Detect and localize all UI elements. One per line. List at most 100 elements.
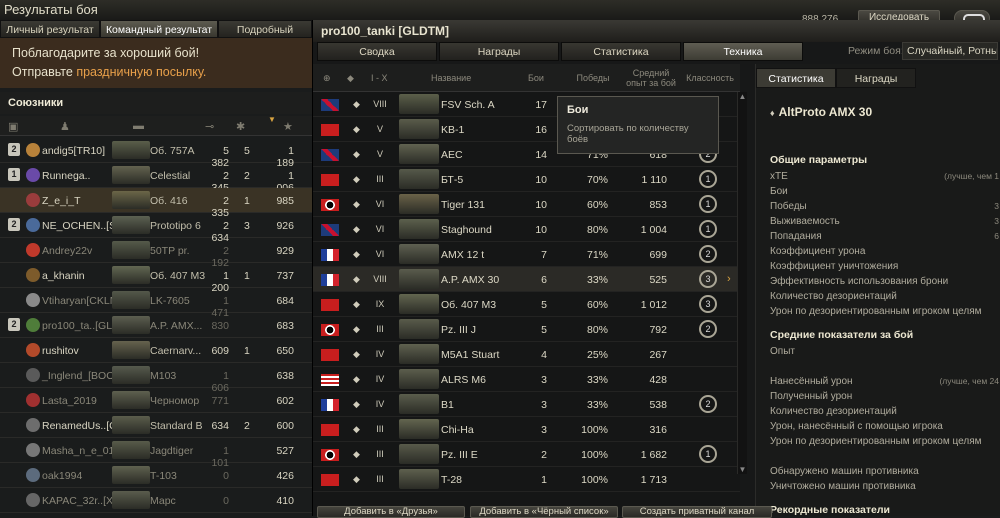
- vehicle-row[interactable]: ◆ IX Об. 407 М3 5 60% 1 012 3: [313, 292, 740, 317]
- tooltip-title: Бои: [567, 104, 589, 116]
- ally-row[interactable]: 2 pro100_ta..[GLDTM] A.P. AMX... 830 683: [0, 313, 312, 338]
- battles-column-header[interactable]: Бои: [525, 73, 547, 83]
- tank-icon: [112, 166, 150, 184]
- vehicle-name: T-103: [150, 470, 177, 482]
- ally-row[interactable]: Lasta_2019 Черномор 771 602: [0, 388, 312, 413]
- gift-link[interactable]: праздничную посылку.: [76, 65, 206, 79]
- add-blacklist-button[interactable]: Добавить в «Чёрный список»: [470, 506, 618, 518]
- ally-row[interactable]: Masha_n_e_01 Jagdtiger 1 101 527: [0, 438, 312, 469]
- tier-value: VI: [375, 249, 385, 259]
- vehicle-row[interactable]: ◆ III БТ-5 10 70% 1 110 1: [313, 167, 740, 192]
- vehicle-name: AMX 12 t: [441, 249, 485, 261]
- clan-emblem-icon: [26, 468, 40, 482]
- scroll-up-icon[interactable]: ▲: [738, 92, 747, 101]
- avg-xp-value: 428: [649, 374, 667, 386]
- vehicle-row[interactable]: ◆ VI Tiger 131 10 60% 853 1: [313, 192, 740, 217]
- type-column-icon[interactable]: ◆: [347, 73, 354, 83]
- tank-type-icon: ◆: [353, 374, 360, 384]
- kills-column-icon: ✱: [236, 121, 246, 133]
- nation-column-icon[interactable]: ⊕: [323, 73, 331, 83]
- vehicle-name: M5A1 Stuart: [441, 349, 500, 361]
- tank-icon: [399, 469, 439, 489]
- ally-row[interactable]: rushitov Caernarv... 609 1 650: [0, 338, 312, 363]
- ally-row[interactable]: Vtiharyan[CKLN] LK-7605 1 471 684: [0, 288, 312, 319]
- nation-flag-icon: [321, 349, 339, 361]
- ally-row[interactable]: RenamedUs..[GG-_-] Standard B 634 2 600: [0, 413, 312, 438]
- vehicle-row[interactable]: ◆ VIII A.P. AMX 30 6 33% 525 3 ›: [313, 267, 740, 292]
- add-friend-button[interactable]: Добавить в «Друзья»: [317, 506, 465, 518]
- vehicle-row[interactable]: ◆ IV ALRS M6 3 33% 428: [313, 367, 740, 392]
- vehicle-row[interactable]: ◆ III Pz. III J 5 80% 792 2: [313, 317, 740, 342]
- tank-icon: [399, 144, 439, 164]
- tank-type-icon: ◆: [353, 274, 360, 284]
- rank-badge-icon: 2: [8, 218, 20, 231]
- record-params-title: Рекордные показатели: [770, 504, 891, 516]
- create-private-channel-button[interactable]: Создать приватный канал: [622, 506, 772, 518]
- tab-awards[interactable]: Награды: [439, 42, 559, 61]
- vehicle-row[interactable]: ◆ III T-28 1 100% 1 713: [313, 467, 740, 492]
- battles-value: 3: [541, 374, 547, 386]
- tank-type-icon: ◆: [353, 249, 360, 259]
- tab-summary[interactable]: Сводка: [317, 42, 437, 61]
- stat-label: Урон, нанесённый с помощью игрока: [770, 421, 943, 432]
- stat-value: (лучше, чем 1: [944, 171, 999, 181]
- tank-icon: [112, 316, 150, 334]
- stat-value: 3: [994, 201, 999, 211]
- tank-icon: [112, 141, 150, 159]
- tab-detailed-report[interactable]: Подробный отчёт: [218, 20, 312, 54]
- tank-icon: [399, 394, 439, 414]
- tier-column-header[interactable]: I - X: [371, 73, 388, 83]
- avg-xp-value: 538: [649, 399, 667, 411]
- ally-row[interactable]: KAPAC_32r..[X32X] Марс 0 410: [0, 488, 312, 513]
- clan-emblem-icon: [26, 343, 40, 357]
- tier-value: III: [376, 449, 384, 459]
- ally-row[interactable]: 2 NE_OCHEN..[SNVN] Prototipo 62 634 3 926: [0, 213, 312, 244]
- vehicle-row[interactable]: ◆ III Pz. III E 2 100% 1 682 1: [313, 442, 740, 467]
- ally-row[interactable]: oak1994 T-103 0 426: [0, 463, 312, 488]
- ally-row[interactable]: _Inglend_[BOOBL] M103 1 606 638: [0, 363, 312, 394]
- tank-type-icon: ◆: [353, 424, 360, 434]
- tank-icon: [399, 94, 439, 114]
- vehicle-row[interactable]: ◆ IV M5A1 Stuart 4 25% 267: [313, 342, 740, 367]
- vehicle-name: Standard B: [150, 420, 203, 432]
- tank-icon: [399, 119, 439, 139]
- tier-value: VIII: [373, 99, 387, 109]
- vehicle-name: A.P. AMX...: [150, 320, 203, 332]
- ally-row[interactable]: Andrey22v 50TP pr. 2 192 929: [0, 238, 312, 269]
- mastery-badge-icon: 1: [699, 445, 717, 463]
- stat-label: Урон по дезориентированным игроком целям: [770, 436, 982, 447]
- details-tabs: Сводка Награды Статистика Техника: [317, 42, 805, 62]
- tab-vehicles[interactable]: Техника: [683, 42, 803, 61]
- tank-icon: [112, 491, 150, 509]
- name-column-header[interactable]: Название: [431, 73, 471, 83]
- tab-vehicle-awards[interactable]: Награды: [836, 68, 916, 88]
- vehicle-row[interactable]: ◆ IV B1 3 33% 538 2: [313, 392, 740, 417]
- avg-xp-column-header[interactable]: Средний опыт за бой: [623, 68, 679, 88]
- mastery-badge-icon: 1: [699, 170, 717, 188]
- general-params-title: Общие параметры: [770, 154, 868, 166]
- vehicle-row[interactable]: ◆ VI AMX 12 t 7 71% 699 2: [313, 242, 740, 267]
- rank-badge-icon: 2: [8, 143, 20, 156]
- tab-vehicle-stats[interactable]: Статистика: [756, 68, 836, 88]
- battle-mode-select[interactable]: Случайный, Ротный: [902, 42, 998, 60]
- tank-type-icon: ◆: [353, 324, 360, 334]
- battles-tooltip: Бои Сортировать по количеству боёв: [557, 96, 719, 154]
- nation-flag-icon: [321, 299, 339, 311]
- ally-row[interactable]: Z_e_i_T Об. 416 2 335 1 985: [0, 188, 312, 219]
- ally-row[interactable]: 1Runnega..Celestial2 34521 006: [0, 163, 312, 194]
- tab-statistics[interactable]: Статистика: [561, 42, 681, 61]
- vehicle-row[interactable]: ◆ VI Staghound 10 80% 1 004 1: [313, 217, 740, 242]
- scroll-down-icon[interactable]: ▼: [738, 465, 747, 474]
- ally-row[interactable]: 2 andig5[TR10] Об. 757А 5 382 5 1 189: [0, 138, 312, 169]
- xp-value: 985: [276, 195, 294, 207]
- tab-team-result[interactable]: Командный результат: [100, 20, 218, 38]
- tab-personal-result[interactable]: Личный результат: [0, 20, 100, 38]
- selected-tank-name: AltProto AMX 30: [770, 105, 873, 119]
- tank-icon: [399, 219, 439, 239]
- stat-label: хТЕ: [770, 171, 788, 182]
- mastery-column-header[interactable]: Классность: [685, 73, 735, 83]
- ally-row[interactable]: a_khanin Об. 407 М3 1 200 1 737: [0, 263, 312, 294]
- vehicle-scrollbar[interactable]: ▲ ▼: [737, 92, 747, 474]
- wins-column-header[interactable]: Победы: [575, 73, 611, 83]
- vehicle-row[interactable]: ◆ III Chi-Ha 3 100% 316: [313, 417, 740, 442]
